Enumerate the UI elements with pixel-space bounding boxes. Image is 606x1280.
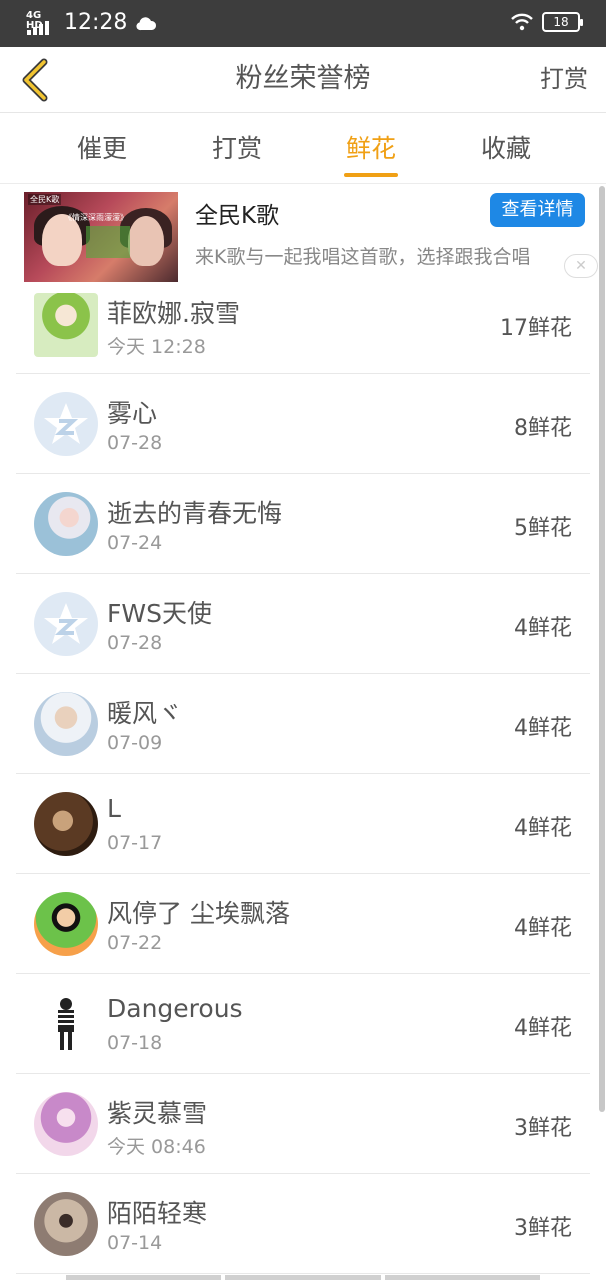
ad-details-button[interactable]: 查看详情 (490, 193, 585, 227)
list-item[interactable]: 陌陌轻寒 07-14 3鲜花 (0, 1174, 606, 1274)
status-time: 12:28 (64, 10, 128, 35)
default-avatar-star-icon (44, 603, 88, 644)
active-tab-indicator (344, 173, 398, 177)
list-item[interactable]: 暖风ヾ 07-09 4鲜花 (0, 674, 606, 774)
fan-date: 今天 12:28 (107, 336, 206, 358)
list-item[interactable]: L 07-17 4鲜花 (0, 774, 606, 874)
bottom-edge-bar (66, 1275, 540, 1280)
avatar[interactable] (34, 1192, 98, 1256)
battery-level: 18 (553, 15, 569, 29)
avatar[interactable] (34, 1092, 98, 1156)
fan-name: 陌陌轻寒 (107, 1199, 208, 1228)
avatar-figure (58, 998, 74, 1050)
flower-count: 4鲜花 (514, 616, 572, 641)
fan-date: 07-28 (107, 432, 163, 454)
tab-favorites[interactable]: 收藏 (476, 113, 536, 184)
flower-count: 3鲜花 (514, 1216, 572, 1241)
flower-count: 8鲜花 (514, 416, 572, 441)
scrollbar[interactable] (599, 186, 605, 1112)
list-item[interactable]: 紫灵慕雪 今天 08:46 3鲜花 (0, 1074, 606, 1174)
avatar[interactable] (34, 392, 98, 456)
avatar[interactable] (34, 792, 98, 856)
tab-reward[interactable]: 打赏 (207, 113, 267, 184)
avatar[interactable] (34, 992, 98, 1056)
fan-date: 07-18 (107, 1032, 163, 1054)
fan-name: 菲欧娜.寂雪 (107, 299, 240, 328)
flower-count: 4鲜花 (514, 816, 572, 841)
ad-thumb-caption: 《情深深雨濛濛》 (64, 213, 128, 222)
signal-icon: 4G HD (26, 10, 56, 36)
battery-indicator: 18 (542, 12, 583, 32)
list-item[interactable]: 雾心 07-28 8鲜花 (0, 374, 606, 474)
fan-name: 风停了 尘埃飘落 (107, 899, 290, 928)
wifi-icon (511, 13, 533, 31)
fan-date: 今天 08:46 (107, 1136, 206, 1158)
avatar[interactable] (34, 492, 98, 556)
status-bar: 4G HD 12:28 18 (0, 0, 606, 47)
avatar[interactable] (34, 692, 98, 756)
fan-name: 暖风ヾ (107, 699, 183, 728)
fan-name: L (107, 794, 121, 823)
fan-name: 紫灵慕雪 (107, 1099, 208, 1128)
tab-urge[interactable]: 催更 (72, 113, 132, 184)
fan-name: 雾心 (107, 399, 158, 428)
flower-count: 17鲜花 (500, 316, 572, 341)
list-item[interactable]: 菲欧娜.寂雪 今天 12:28 17鲜花 (0, 290, 606, 374)
fan-name: Dangerous (107, 994, 243, 1023)
list-item[interactable]: 风停了 尘埃飘落 07-22 4鲜花 (0, 874, 606, 974)
list-item[interactable]: 逝去的青春无悔 07-24 5鲜花 (0, 474, 606, 574)
avatar[interactable] (34, 293, 98, 357)
title-bar: 粉丝荣誉榜 打赏 (0, 47, 606, 113)
avatar[interactable] (34, 892, 98, 956)
flower-count: 4鲜花 (514, 716, 572, 741)
fan-date: 07-22 (107, 932, 163, 954)
fan-date: 07-24 (107, 532, 163, 554)
ad-banner[interactable]: 全民K歌 《情深深雨濛濛》 全民K歌 查看详情 来K歌与一起我唱这首歌，选择跟我… (0, 184, 606, 290)
list-item[interactable]: Dangerous 07-18 4鲜花 (0, 974, 606, 1074)
ad-title: 全民K歌 (195, 203, 280, 229)
page-title: 粉丝荣誉榜 (235, 63, 371, 94)
list-item[interactable]: FWS天使 07-28 4鲜花 (0, 574, 606, 674)
flower-count: 3鲜花 (514, 1116, 572, 1141)
fan-name: FWS天使 (107, 599, 212, 628)
fan-date: 07-09 (107, 732, 163, 754)
fan-list: 菲欧娜.寂雪 今天 12:28 17鲜花 雾心 07-28 8鲜花 逝去的青春无… (0, 290, 606, 1274)
avatar[interactable] (34, 592, 98, 656)
cloud-icon (136, 17, 157, 31)
ad-description: 来K歌与一起我唱这首歌，选择跟我合唱 (195, 246, 531, 268)
fan-date: 07-17 (107, 832, 163, 854)
ad-thumb-brand: 全民K歌 (28, 194, 62, 205)
divider (16, 1273, 590, 1274)
default-avatar-star-icon (44, 403, 88, 444)
ad-close-icon[interactable]: ✕ (564, 254, 598, 278)
ad-thumbnail[interactable]: 全民K歌 《情深深雨濛濛》 (24, 192, 178, 282)
flower-count: 4鲜花 (514, 1016, 572, 1041)
tab-bar: 催更 打赏 鲜花 收藏 (0, 113, 606, 184)
reward-button[interactable]: 打赏 (540, 47, 588, 111)
fan-name: 逝去的青春无悔 (107, 499, 283, 528)
fan-date: 07-14 (107, 1232, 163, 1254)
flower-count: 4鲜花 (514, 916, 572, 941)
fan-date: 07-28 (107, 632, 163, 654)
flower-count: 5鲜花 (514, 516, 572, 541)
